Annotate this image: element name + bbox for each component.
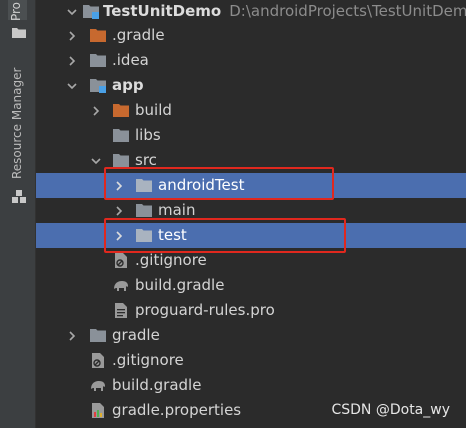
tree-item-label: app <box>112 76 144 94</box>
project-tab-label: Pro <box>9 2 23 22</box>
tool-window-strip: Pro Resource Manager <box>0 0 36 428</box>
ignore-file-icon <box>115 253 127 268</box>
tree-item-label: .gitignore <box>112 351 184 369</box>
tree-item-label: androidTest <box>158 176 245 194</box>
properties-file-icon <box>92 403 104 418</box>
tree-row-src[interactable]: src <box>36 148 466 173</box>
folder-icon <box>136 229 152 242</box>
tree-item-label: build.gradle <box>112 376 202 394</box>
tree-row-build[interactable]: build <box>36 98 466 123</box>
folder-icon <box>90 54 106 67</box>
tree-row-app-gitignore[interactable]: .gitignore <box>36 248 466 273</box>
chevron-down-icon[interactable] <box>89 148 103 173</box>
tree-row-androidtest[interactable]: androidTest <box>36 173 466 198</box>
resource-manager-label: Resource Manager <box>10 67 24 179</box>
resource-manager-icon <box>12 190 26 203</box>
chevron-down-icon[interactable] <box>65 0 79 24</box>
text-file-icon <box>115 303 127 318</box>
tree-item-label: src <box>135 151 157 169</box>
folder-icon <box>90 329 106 342</box>
tree-item-label: gradle <box>112 326 160 344</box>
tree-row-main[interactable]: main <box>36 198 466 223</box>
tree-item-label: libs <box>135 126 161 144</box>
gradle-elephant-icon <box>91 381 105 391</box>
module-folder-icon <box>90 79 106 93</box>
folder-excluded-icon <box>90 29 106 42</box>
tree-row-app-build-gradle[interactable]: build.gradle <box>36 273 466 298</box>
tree-item-label: build.gradle <box>135 276 225 294</box>
tree-item-label: build <box>135 101 172 119</box>
tree-row-dot-gradle[interactable]: .gradle <box>36 23 466 48</box>
tree-item-label: proguard-rules.pro <box>135 301 275 319</box>
project-tool-tab[interactable]: Pro <box>8 0 27 22</box>
tree-row-idea[interactable]: .idea <box>36 48 466 73</box>
tree-item-label: .gitignore <box>135 251 207 269</box>
folder-icon <box>113 129 129 142</box>
tree-row-proguard[interactable]: proguard-rules.pro <box>36 298 466 323</box>
ignore-file-icon <box>92 353 104 368</box>
tree-row-root-gitignore[interactable]: .gitignore <box>36 348 466 373</box>
tree-item-label: test <box>158 226 187 244</box>
csdn-watermark: CSDN @Dota_wy <box>331 402 450 418</box>
tree-row-app[interactable]: app <box>36 73 466 98</box>
root-project-name: TestUnitDemo <box>103 2 222 20</box>
tree-row-test[interactable]: test <box>36 223 466 248</box>
chevron-right-icon[interactable] <box>65 48 79 73</box>
folder-icon <box>113 154 129 167</box>
resource-manager-tab[interactable]: Resource Manager <box>10 62 24 184</box>
chevron-right-icon[interactable] <box>112 173 126 198</box>
tree-row-libs[interactable]: libs <box>36 123 466 148</box>
chevron-right-icon[interactable] <box>112 223 126 248</box>
tree-item-label: .idea <box>112 51 149 69</box>
chevron-right-icon[interactable] <box>89 98 103 123</box>
root-project-path: D:\androidProjects\TestUnitDemo <box>229 2 466 20</box>
chevron-right-icon[interactable] <box>112 198 126 223</box>
tree-row-gradle[interactable]: gradle <box>36 323 466 348</box>
tree-row-root[interactable]: TestUnitDemo D:\androidProjects\TestUnitD… <box>36 0 466 24</box>
tree-item-label: main <box>158 201 196 219</box>
tree-item-label: gradle.properties <box>112 401 242 419</box>
chevron-right-icon[interactable] <box>65 23 79 48</box>
tree-item-label: .gradle <box>112 26 165 44</box>
folder-icon[interactable] <box>12 27 26 38</box>
project-tree: TestUnitDemo D:\androidProjects\TestUnitD… <box>36 0 466 428</box>
folder-icon <box>136 179 152 192</box>
folder-icon <box>136 204 152 217</box>
folder-excluded-icon <box>113 104 129 117</box>
chevron-down-icon[interactable] <box>65 73 79 98</box>
chevron-right-icon[interactable] <box>65 323 79 348</box>
gradle-elephant-icon <box>114 281 128 291</box>
tree-row-root-build-gradle[interactable]: build.gradle <box>36 373 466 398</box>
